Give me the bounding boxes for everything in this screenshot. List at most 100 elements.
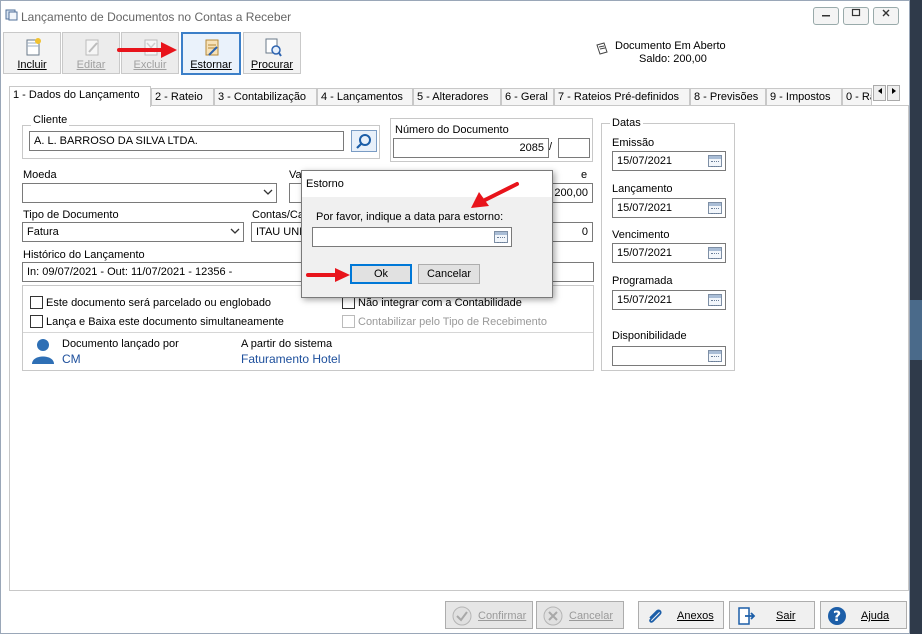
contas-right-input[interactable]: 0: [546, 222, 593, 242]
estornar-button[interactable]: Estornar: [181, 32, 241, 75]
historico-input[interactable]: In: 09/07/2021 - Out: 11/07/2021 - 12356…: [22, 262, 302, 282]
estornar-label: Estornar: [190, 59, 232, 71]
app-icon: [5, 9, 18, 21]
tab-label: 2 - Rateio: [155, 91, 203, 103]
tab-bar: 1 - Dados do Lançamento 2 - Rateio 3 - C…: [9, 86, 909, 107]
tab-label: 3 - Contabilização: [218, 91, 307, 103]
options-divider: [23, 332, 593, 333]
background-strip-segment: [910, 300, 922, 360]
ajuda-button[interactable]: ? Ajuda: [820, 601, 907, 629]
user-icon: [32, 339, 54, 364]
calendar-icon[interactable]: [708, 247, 722, 259]
tab-label: 4 - Lançamentos: [321, 91, 403, 103]
calendar-icon[interactable]: [708, 155, 722, 167]
nao-integrar-label: Não integrar com a Contabilidade: [358, 297, 522, 309]
lancamento-label: Lançamento: [612, 183, 673, 195]
procurar-label: Procurar: [250, 59, 294, 71]
partir-sistema-label: A partir do sistema: [241, 338, 333, 350]
valor-partial-label: e: [581, 169, 588, 181]
tab-contabilizacao[interactable]: 3 - Contabilização: [214, 88, 317, 106]
tab-dados-lancamento[interactable]: 1 - Dados do Lançamento: [9, 86, 151, 107]
tab-ra[interactable]: 0 - Ra: [842, 88, 872, 106]
chevron-right-icon: [891, 88, 896, 94]
vencimento-date-input[interactable]: 15/07/2021: [612, 243, 726, 263]
dialog-prompt: Por favor, indique a data para estorno:: [316, 211, 504, 223]
tab-rateio[interactable]: 2 - Rateio: [151, 88, 214, 106]
emissao-date-input[interactable]: 15/07/2021: [612, 151, 726, 171]
numero-documento-label: Número do Documento: [395, 124, 509, 136]
cliente-label: Cliente: [31, 114, 70, 126]
numero-documento-input[interactable]: 2085: [393, 138, 549, 158]
tab-scroll-left[interactable]: [873, 85, 886, 101]
document-status-icon: [596, 42, 608, 55]
disponibilidade-label: Disponibilidade: [612, 330, 687, 342]
confirmar-button[interactable]: Confirmar: [445, 601, 533, 629]
dialog-title: Estorno: [306, 178, 344, 190]
emissao-value: 15/07/2021: [617, 155, 673, 167]
contabilizar-checkbox[interactable]: [342, 315, 355, 328]
moeda-select[interactable]: [22, 183, 277, 203]
tab-label: 1 - Dados do Lançamento: [13, 89, 140, 101]
tab-lancamentos[interactable]: 4 - Lançamentos: [317, 88, 413, 106]
numero-separator: /: [549, 141, 553, 153]
contas-select[interactable]: ITAU UNI: [251, 222, 303, 242]
tab-alteradores[interactable]: 5 - Alteradores: [413, 88, 501, 106]
calendar-icon[interactable]: [494, 231, 508, 243]
cancelar-button[interactable]: Cancelar: [536, 601, 624, 629]
calendar-icon[interactable]: [708, 350, 722, 362]
editar-label: Editar: [76, 59, 106, 71]
lanca-baixa-label: Lança e Baixa este documento simultaneam…: [46, 316, 284, 328]
incluir-button[interactable]: Incluir: [3, 32, 61, 74]
sair-button[interactable]: Sair: [729, 601, 815, 629]
maximize-button[interactable]: [843, 7, 869, 25]
estorno-date-input[interactable]: [312, 227, 512, 247]
close-icon: [882, 9, 890, 17]
ok-button[interactable]: Ok: [350, 264, 412, 284]
annotation-arrow-ok: [306, 268, 350, 282]
help-icon: ?: [828, 607, 846, 625]
calendar-icon[interactable]: [708, 294, 722, 306]
svg-text:?: ?: [833, 609, 841, 625]
new-document-icon: [26, 38, 41, 56]
tab-geral[interactable]: 6 - Geral: [501, 88, 554, 106]
tab-label: 0 - Ra: [846, 91, 871, 103]
tab-rateios-predefinidos[interactable]: 7 - Rateios Pré-definidos: [554, 88, 690, 106]
tipo-documento-select[interactable]: Fatura: [22, 222, 244, 242]
tab-impostos[interactable]: 9 - Impostos: [766, 88, 842, 106]
annotation-arrow-date: [471, 182, 519, 208]
minimize-button[interactable]: [813, 7, 839, 25]
parcelado-label: Este documento será parcelado ou engloba…: [46, 297, 272, 309]
chevron-down-icon: [230, 228, 240, 234]
exit-door-icon: [738, 607, 756, 625]
cancelar-dialog-button[interactable]: Cancelar: [418, 264, 480, 284]
valor-input[interactable]: 200,00: [546, 183, 593, 203]
anexos-button[interactable]: Anexos: [638, 601, 724, 629]
cancelar-label: Cancelar: [569, 610, 614, 622]
cliente-input[interactable]: A. L. BARROSO DA SILVA LTDA.: [29, 131, 344, 151]
numero-suffix-input[interactable]: [558, 138, 590, 158]
anexos-label: Anexos: [677, 610, 714, 622]
cliente-search-button[interactable]: [351, 130, 377, 152]
close-button[interactable]: [873, 7, 899, 25]
programada-date-input[interactable]: 15/07/2021: [612, 290, 726, 310]
historico-label: Histórico do Lançamento: [23, 249, 145, 261]
historico-input-end[interactable]: [552, 262, 594, 282]
parcelado-checkbox[interactable]: [30, 296, 43, 309]
lancamento-value: 15/07/2021: [617, 202, 673, 214]
disponibilidade-date-input[interactable]: [612, 346, 726, 366]
editar-button[interactable]: Editar: [62, 32, 120, 74]
window-title: Lançamento de Documentos no Contas a Rec…: [21, 10, 292, 24]
calendar-icon[interactable]: [708, 202, 722, 214]
lanca-baixa-checkbox[interactable]: [30, 315, 43, 328]
minimize-icon: [822, 15, 830, 17]
document-status-text: Documento Em Aberto: [615, 40, 726, 52]
procurar-button[interactable]: Procurar: [243, 32, 301, 74]
tab-previsoes[interactable]: 8 - Previsões: [690, 88, 766, 106]
document-saldo-text: Saldo: 200,00: [639, 53, 707, 65]
lancamento-date-input[interactable]: 15/07/2021: [612, 198, 726, 218]
tab-scroll-right[interactable]: [887, 85, 900, 101]
moeda-label: Moeda: [23, 169, 57, 181]
doc-lancado-label: Documento lançado por: [62, 338, 179, 350]
tab-label: 9 - Impostos: [770, 91, 831, 103]
search-document-icon: [265, 38, 282, 57]
